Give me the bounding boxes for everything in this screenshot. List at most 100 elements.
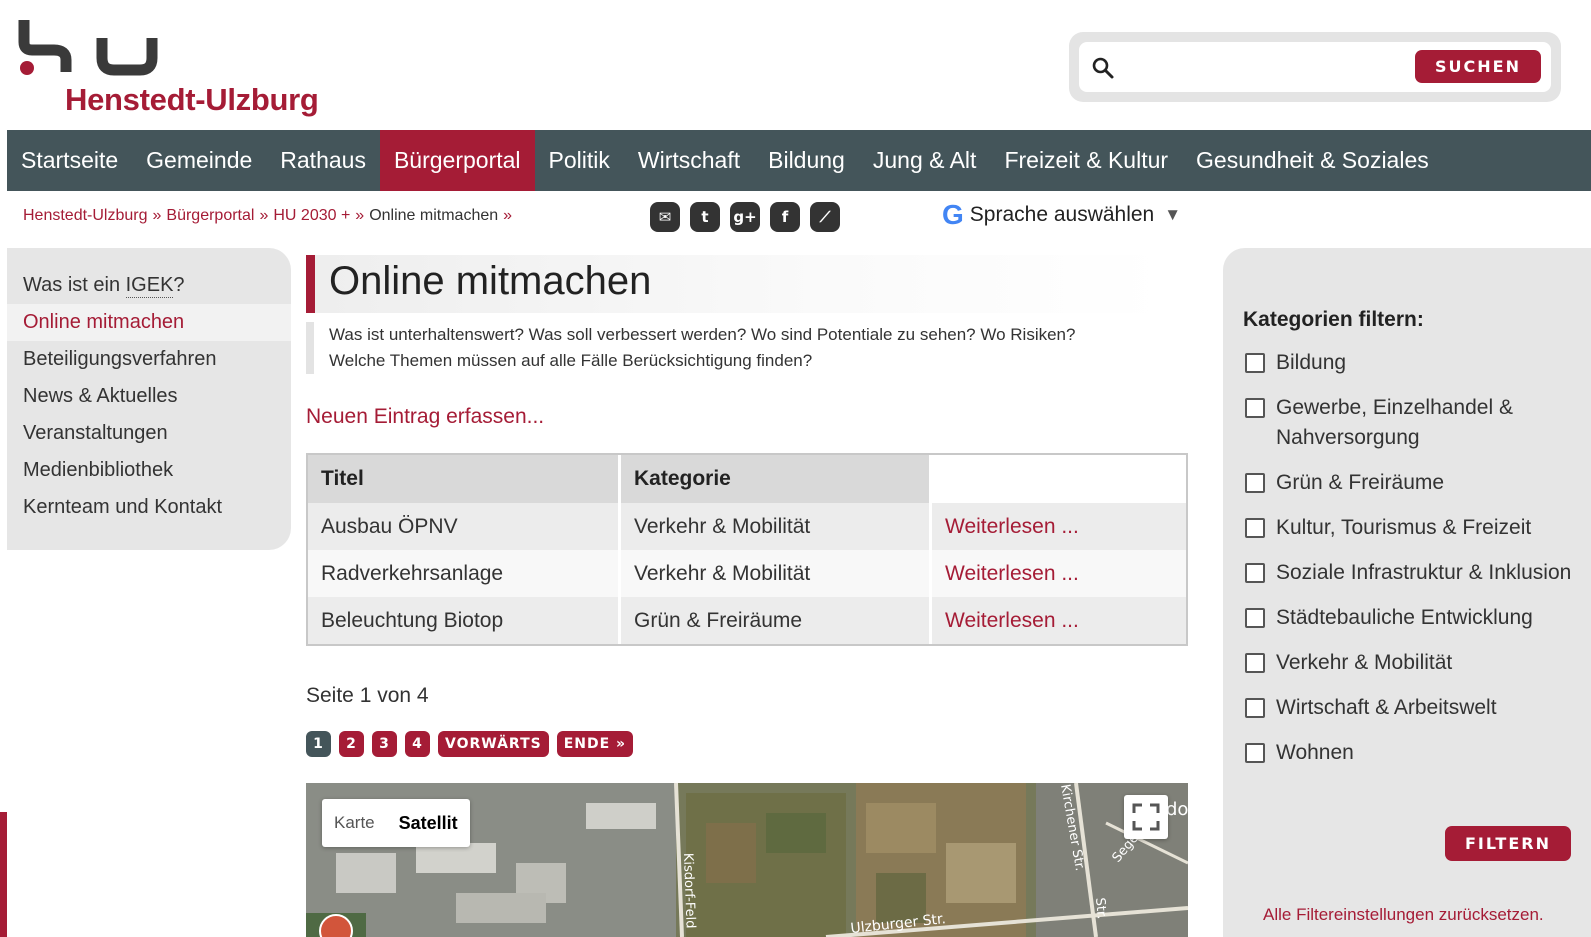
page-button-2[interactable]: 2 [339, 731, 364, 757]
sidebar-item-beteiligungsverfahren[interactable]: Beteiligungsverfahren [7, 341, 291, 378]
filter-title: Kategorien filtern: [1243, 308, 1424, 331]
filter-label: Wohnen [1276, 741, 1354, 764]
fullscreen-button[interactable] [1124, 795, 1168, 839]
checkbox[interactable] [1245, 473, 1265, 493]
breadcrumb-link-buergerportal[interactable]: Bürgerportal [166, 207, 254, 224]
rss-icon[interactable]: ⟋ [810, 202, 840, 232]
site-logo[interactable]: Henstedt-Ulzburg [18, 14, 338, 118]
table-header-row: Titel Kategorie [308, 455, 1186, 503]
nav-item-gemeinde[interactable]: Gemeinde [132, 130, 266, 191]
search-input[interactable] [1125, 50, 1445, 84]
filter-option-gruen[interactable]: Grün & Freiräume [1245, 468, 1575, 498]
read-more-link[interactable]: Weiterlesen ... [932, 503, 1186, 550]
nav-item-rathaus[interactable]: Rathaus [266, 130, 380, 191]
hu-logo-mark [18, 20, 158, 76]
filter-option-bildung[interactable]: Bildung [1245, 348, 1575, 378]
entry-category: Verkehr & Mobilität [621, 550, 932, 597]
filter-label: Grün & Freiräume [1276, 471, 1445, 494]
nav-item-jung-alt[interactable]: Jung & Alt [859, 130, 991, 191]
filter-label: Gewerbe, Einzelhandel & Nahversorgung [1276, 396, 1513, 449]
filter-option-soziale-infrastruktur[interactable]: Soziale Infrastruktur & Inklusion [1245, 558, 1575, 588]
page-title: Online mitmachen [329, 259, 652, 303]
checkbox[interactable] [1245, 398, 1265, 418]
table-row: Ausbau ÖPNV Verkehr & Mobilität Weiterle… [308, 503, 1186, 550]
map-type-satellit-button[interactable]: Satellit [387, 799, 470, 847]
checkbox[interactable] [1245, 608, 1265, 628]
sidebar-item-igek[interactable]: Was ist ein IGEK? [7, 267, 291, 304]
page-button-4[interactable]: 4 [405, 731, 430, 757]
breadcrumb-separator: » [152, 207, 162, 224]
mail-icon[interactable]: ✉ [650, 202, 680, 232]
checkbox[interactable] [1245, 653, 1265, 673]
filter-label: Verkehr & Mobilität [1276, 651, 1453, 674]
language-selector[interactable]: G Sprache auswählen ▼ [942, 201, 1181, 229]
search-box: SUCHEN [1069, 32, 1561, 102]
reset-filters-link[interactable]: Alle Filtereinstellungen zurücksetzen. [1263, 905, 1544, 925]
filter-option-wirtschaft[interactable]: Wirtschaft & Arbeitswelt [1245, 693, 1575, 723]
breadcrumb-separator: » [259, 207, 269, 224]
next-page-button[interactable]: VORWÄRTS [438, 731, 549, 757]
sidebar-item-kernteam[interactable]: Kernteam und Kontakt [7, 489, 291, 526]
filter-label: Kultur, Tourismus & Freizeit [1276, 516, 1532, 539]
sidebar-item-medienbibliothek[interactable]: Medienbibliothek [7, 452, 291, 489]
nav-item-wirtschaft[interactable]: Wirtschaft [624, 130, 754, 191]
filter-option-staedtebau[interactable]: Städtebauliche Entwicklung [1245, 603, 1575, 633]
column-header-category: Kategorie [621, 455, 932, 503]
site-name: Henstedt-Ulzburg [65, 82, 319, 117]
breadcrumb-separator: » [355, 207, 365, 224]
google-plus-icon[interactable]: g+ [730, 202, 760, 232]
search-icon [1092, 57, 1114, 79]
checkbox[interactable] [1245, 518, 1265, 538]
main-navigation: Startseite Gemeinde Rathaus Bürgerportal… [7, 130, 1591, 191]
checkbox[interactable] [1245, 353, 1265, 373]
intro-line: Was ist unterhaltenswert? Was soll verbe… [329, 325, 1076, 344]
entry-category: Grün & Freiräume [621, 597, 932, 644]
share-icons: ✉ t g+ f ⟋ [650, 202, 840, 232]
sidebar-item-online-mitmachen[interactable]: Online mitmachen [7, 304, 291, 341]
filter-button[interactable]: FILTERN [1445, 826, 1571, 861]
page-button-1[interactable]: 1 [306, 731, 331, 757]
map-type-karte-button[interactable]: Karte [322, 799, 387, 847]
facebook-icon[interactable]: f [770, 202, 800, 232]
column-header-title: Titel [308, 455, 621, 503]
checkbox[interactable] [1245, 698, 1265, 718]
breadcrumb-link-home[interactable]: Henstedt-Ulzburg [23, 207, 148, 224]
breadcrumb-link-hu2030[interactable]: HU 2030 + [273, 207, 350, 224]
nav-item-startseite[interactable]: Startseite [7, 130, 132, 191]
checkbox[interactable] [1245, 563, 1265, 583]
breadcrumb-current: Online mitmachen [369, 207, 499, 224]
map[interactable]: Kisdorf-Feld Ulzburger Str. Kirchener St… [306, 783, 1188, 937]
filter-option-gewerbe[interactable]: Gewerbe, Einzelhandel & Nahversorgung [1245, 393, 1575, 453]
last-page-button[interactable]: ENDE » [556, 731, 634, 757]
nav-item-buergerportal[interactable]: Bürgerportal [379, 130, 535, 191]
nav-item-bildung[interactable]: Bildung [754, 130, 859, 191]
nav-item-freizeit-kultur[interactable]: Freizeit & Kultur [990, 130, 1182, 191]
language-selector-label: Sprache auswählen [969, 203, 1155, 226]
filter-option-wohnen[interactable]: Wohnen [1245, 738, 1575, 768]
twitter-icon[interactable]: t [690, 202, 720, 232]
table-row: Beleuchtung Biotop Grün & Freiräume Weit… [308, 597, 1186, 644]
category-filter-list: Bildung Gewerbe, Einzelhandel & Nahverso… [1245, 348, 1575, 783]
nav-item-gesundheit-soziales[interactable]: Gesundheit & Soziales [1182, 130, 1443, 191]
filter-label: Wirtschaft & Arbeitswelt [1276, 696, 1497, 719]
fullscreen-icon [1132, 803, 1160, 831]
nav-item-politik[interactable]: Politik [535, 130, 624, 191]
read-more-link[interactable]: Weiterlesen ... [932, 597, 1186, 644]
left-sidebar: Was ist ein IGEK? Online mitmachen Betei… [7, 248, 291, 550]
street-label: Kisdorf-Feld [680, 853, 698, 929]
page-title-bar: Online mitmachen [306, 255, 1166, 313]
filter-option-verkehr[interactable]: Verkehr & Mobilität [1245, 648, 1575, 678]
sidebar-item-news[interactable]: News & Aktuelles [7, 378, 291, 415]
entry-title: Beleuchtung Biotop [308, 597, 621, 644]
page-button-3[interactable]: 3 [372, 731, 397, 757]
read-more-link[interactable]: Weiterlesen ... [932, 550, 1186, 597]
filter-option-kultur[interactable]: Kultur, Tourismus & Freizeit [1245, 513, 1575, 543]
chevron-down-icon: ▼ [1164, 205, 1182, 224]
checkbox[interactable] [1245, 743, 1265, 763]
new-entry-link[interactable]: Neuen Eintrag erfassen... [306, 405, 544, 429]
search-button[interactable]: SUCHEN [1415, 50, 1541, 83]
intro-line: Welche Themen müssen auf alle Fälle Berü… [329, 351, 813, 370]
filter-label: Bildung [1276, 351, 1347, 374]
filter-label: Städtebauliche Entwicklung [1276, 606, 1533, 629]
sidebar-item-veranstaltungen[interactable]: Veranstaltungen [7, 415, 291, 452]
